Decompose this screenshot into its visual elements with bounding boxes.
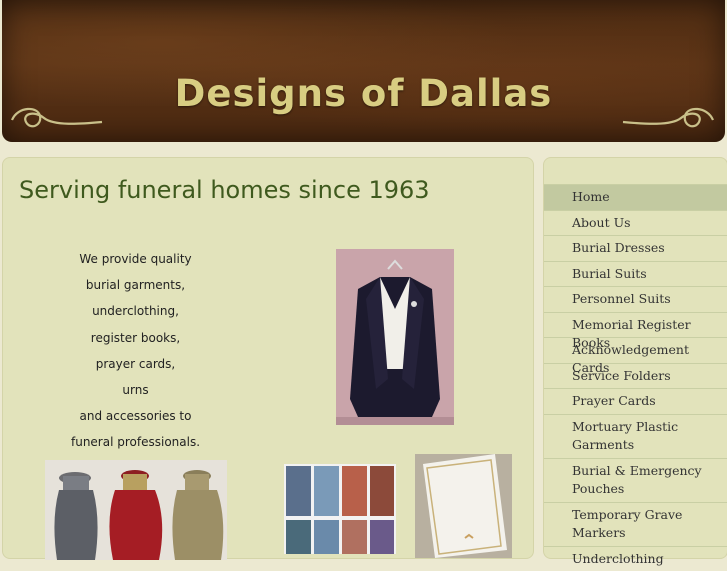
nav-item-personnel-suits[interactable]: Personnel Suits: [544, 286, 727, 312]
site-title[interactable]: Designs of Dallas: [0, 72, 727, 115]
register-book-photo: [415, 454, 512, 558]
nav-item-temporary-grave-markers[interactable]: Temporary Grave Markers: [544, 502, 727, 546]
intro-line: prayer cards,: [53, 356, 218, 382]
nav-item-about-us[interactable]: About Us: [544, 210, 727, 236]
sidebar-navigation: Home About Us Burial Dresses Burial Suit…: [543, 157, 727, 559]
intro-line: register books,: [53, 330, 218, 356]
main-content-panel: Serving funeral homes since 1963 We prov…: [2, 157, 534, 559]
nav-item-acknowledgement-cards[interactable]: Acknowledgement Cards: [544, 337, 727, 363]
nav-item-mortuary-plastic-garments[interactable]: Mortuary Plastic Garments: [544, 414, 727, 458]
header-banner: [2, 0, 725, 142]
nav-item-burial-suits[interactable]: Burial Suits: [544, 261, 727, 287]
nav-item-home[interactable]: Home: [544, 184, 727, 210]
intro-text: We provide quality burial garments, unde…: [53, 251, 218, 461]
page-headline: Serving funeral homes since 1963: [19, 176, 430, 204]
nav-item-underclothing[interactable]: Underclothing: [544, 546, 727, 571]
intro-line: We provide quality: [53, 251, 218, 277]
nav-menu: Home About Us Burial Dresses Burial Suit…: [544, 184, 727, 571]
nav-item-service-folders[interactable]: Service Folders: [544, 363, 727, 389]
urns-photo: [45, 460, 227, 560]
nav-item-memorial-register-books[interactable]: Memorial Register Books: [544, 312, 727, 338]
nav-item-burial-emergency-pouches[interactable]: Burial & Emergency Pouches: [544, 458, 727, 502]
intro-line: funeral professionals.: [53, 434, 218, 460]
nav-item-prayer-cards[interactable]: Prayer Cards: [544, 388, 727, 414]
intro-line: urns: [53, 382, 218, 408]
intro-line: and accessories to: [53, 408, 218, 434]
nav-item-burial-dresses[interactable]: Burial Dresses: [544, 235, 727, 261]
prayer-cards-photo: [284, 464, 396, 554]
intro-line: underclothing,: [53, 303, 218, 329]
burial-suit-photo: [336, 249, 454, 425]
intro-line: burial garments,: [53, 277, 218, 303]
